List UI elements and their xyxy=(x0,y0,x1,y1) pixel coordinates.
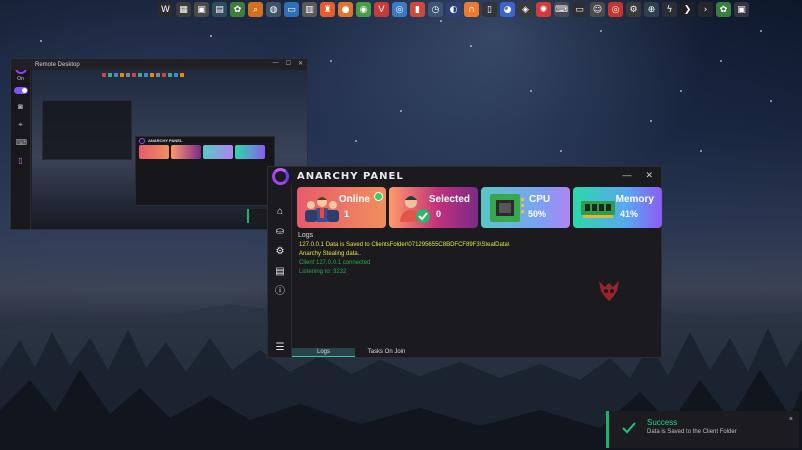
tab-logs[interactable]: Logs xyxy=(292,348,355,357)
timer-icon[interactable]: ◷ xyxy=(428,2,443,17)
toast-close-button[interactable]: × xyxy=(789,416,793,423)
chrome-icon[interactable]: ◉ xyxy=(356,2,371,17)
mini-panel-title: ANARCHY PANEL xyxy=(148,138,183,143)
calculator-icon[interactable]: ▥ xyxy=(302,2,317,17)
memory-label: Memory xyxy=(615,194,654,205)
remote-desktop-sidebar: On ◙ ⌖ ⌨ ▯ xyxy=(11,59,31,229)
memory-card[interactable]: Memory 41% xyxy=(573,187,662,228)
selected-user-icon xyxy=(400,196,430,223)
online-status-icon xyxy=(374,192,383,201)
mini-taskbar xyxy=(32,73,307,78)
settings-icon[interactable]: ⚙ xyxy=(275,247,285,257)
code-icon[interactable]: ❯ xyxy=(680,2,695,17)
mouse-icon[interactable]: ▯ xyxy=(16,156,26,166)
chromium-icon[interactable]: ◎ xyxy=(392,2,407,17)
cpu-label: CPU xyxy=(529,194,551,205)
cursor-icon[interactable]: ⌖ xyxy=(16,120,26,130)
notes-icon[interactable]: ▮ xyxy=(410,2,425,17)
toast-message: Data is Saved to the Client Folder xyxy=(647,429,737,435)
calendar-icon[interactable]: ▤ xyxy=(212,2,227,17)
media-player-icon[interactable]: ▣ xyxy=(194,2,209,17)
remote-desktop-window[interactable]: On ◙ ⌖ ⌨ ▯ Remote Desktop — ☐ ✕ ANARCHY … xyxy=(10,58,308,230)
colors-icon[interactable]: ◕ xyxy=(500,2,515,17)
wallpaper-engine-icon[interactable]: W xyxy=(158,2,173,17)
globe-icon[interactable]: ◍ xyxy=(266,2,281,17)
panel-titlebar: ANARCHY PANEL — ✕ xyxy=(268,167,661,185)
firefox-icon[interactable]: ● xyxy=(338,2,353,17)
log-line: Listening to: 3232 xyxy=(299,269,347,275)
log-line: Anarchy Stealing data.. xyxy=(299,251,362,257)
close-button[interactable]: ✕ xyxy=(645,170,653,181)
lifebuoy-icon[interactable]: ◎ xyxy=(608,2,623,17)
nested-remote-window xyxy=(42,100,132,160)
mini-anarchy-panel: ANARCHY PANEL xyxy=(135,136,275,206)
panel-nav-rail: ⌂ ⛀ ⚙ ▤ ⓘ ☰ xyxy=(268,185,292,357)
online-value: 1 xyxy=(344,209,350,219)
builder-icon[interactable]: ⛀ xyxy=(275,227,285,237)
camera-icon[interactable]: ◙ xyxy=(16,102,26,112)
clipboard-icon[interactable]: ▤ xyxy=(275,267,285,277)
gear-icon[interactable]: ✿ xyxy=(716,2,731,17)
network-icon[interactable]: ⊕ xyxy=(644,2,659,17)
settings-icon[interactable]: ⚙ xyxy=(626,2,641,17)
selected-card[interactable]: Selected 0 xyxy=(389,187,478,228)
keyboard-icon[interactable]: ⌨ xyxy=(554,2,569,17)
memory-value: 41% xyxy=(620,209,639,219)
bot-icon[interactable]: ☺ xyxy=(590,2,605,17)
lightning-icon[interactable]: ϟ xyxy=(662,2,677,17)
steam-icon[interactable]: ◐ xyxy=(446,2,461,17)
search-icon[interactable]: ⌕ xyxy=(248,2,263,17)
mini-cards xyxy=(139,145,274,159)
checkmark-icon xyxy=(622,422,636,434)
cpu-card[interactable]: CPU 50% xyxy=(481,187,570,228)
taskbar: W ▦ ▣ ▤ ✿ ⌕ ◍ ▭ ▥ ♜ ● ◉ V ◎ ▮ ◷ ◐ ∩ ▯ ◕ ◈ ✺ ⌨ ▭ ☺ ◎ ⚙ ⊕ ϟ ❯ › ✿ ▣ xyxy=(158,2,749,20)
log-line: Client 127.0.0.1 connected xyxy=(299,260,371,266)
panel-title: ANARCHY PANEL xyxy=(297,171,404,182)
paint-icon[interactable]: ▦ xyxy=(176,2,191,17)
toggle-label: On xyxy=(17,76,24,82)
remote-desktop-toggle[interactable] xyxy=(13,87,28,94)
arc-icon[interactable]: ∩ xyxy=(464,2,479,17)
anarchy-mark-icon xyxy=(599,281,619,301)
vivaldi-icon[interactable]: V xyxy=(374,2,389,17)
online-card[interactable]: Online 1 xyxy=(297,187,386,228)
brave-icon[interactable]: ♜ xyxy=(320,2,335,17)
log-line: 127.0.0.1 Data is Saved to ClientsFolder… xyxy=(299,242,510,248)
home-icon[interactable]: ⌂ xyxy=(275,207,285,217)
panel-tabs: Logs Tasks On Join xyxy=(292,348,661,357)
info-icon[interactable]: ⓘ xyxy=(275,287,285,297)
remote-desktop-titlebar: Remote Desktop — ☐ ✕ xyxy=(11,59,307,70)
memory-ram-icon xyxy=(581,201,615,218)
stat-cards: Online 1 Selected 0 CPU 50% Memory 41% xyxy=(297,187,662,228)
close-button[interactable]: ✕ xyxy=(298,60,303,67)
selected-value: 0 xyxy=(436,209,442,219)
anarchy-logo-icon xyxy=(272,168,289,185)
minimize-button[interactable]: — xyxy=(622,170,631,181)
tab-tasks-on-join[interactable]: Tasks On Join xyxy=(355,348,418,357)
users-icon xyxy=(305,197,339,222)
camera-icon[interactable]: ◈ xyxy=(518,2,533,17)
monitor-icon[interactable]: ▭ xyxy=(572,2,587,17)
menu-toggle-icon[interactable]: ☰ xyxy=(275,343,285,353)
logs-title: Logs xyxy=(298,232,314,239)
mini-logo-icon xyxy=(139,138,145,144)
terminal-prompt-icon[interactable]: › xyxy=(698,2,713,17)
display-icon[interactable]: ▣ xyxy=(734,2,749,17)
maximize-button[interactable]: ☐ xyxy=(286,60,291,67)
remote-desktop-title: Remote Desktop xyxy=(35,61,80,68)
cpu-chip-icon xyxy=(490,194,524,222)
cpu-value: 50% xyxy=(528,209,547,219)
online-label: Online xyxy=(338,194,370,205)
pinwheel-icon[interactable]: ✺ xyxy=(536,2,551,17)
selected-label: Selected xyxy=(428,194,470,205)
terminal-icon[interactable]: ▯ xyxy=(482,2,497,17)
success-toast[interactable]: Success Data is Saved to the Client Fold… xyxy=(606,411,799,448)
files-icon[interactable]: ▭ xyxy=(284,2,299,17)
minimize-button[interactable]: — xyxy=(273,60,279,67)
anarchy-panel-window[interactable]: ANARCHY PANEL — ✕ ⌂ ⛀ ⚙ ▤ ⓘ ☰ Online 1 S… xyxy=(267,166,662,358)
toast-title: Success xyxy=(647,418,678,427)
settings-gear-icon[interactable]: ✿ xyxy=(230,2,245,17)
keyboard-icon[interactable]: ⌨ xyxy=(16,138,28,148)
remote-desktop-screen[interactable]: ANARCHY PANEL xyxy=(32,70,307,229)
